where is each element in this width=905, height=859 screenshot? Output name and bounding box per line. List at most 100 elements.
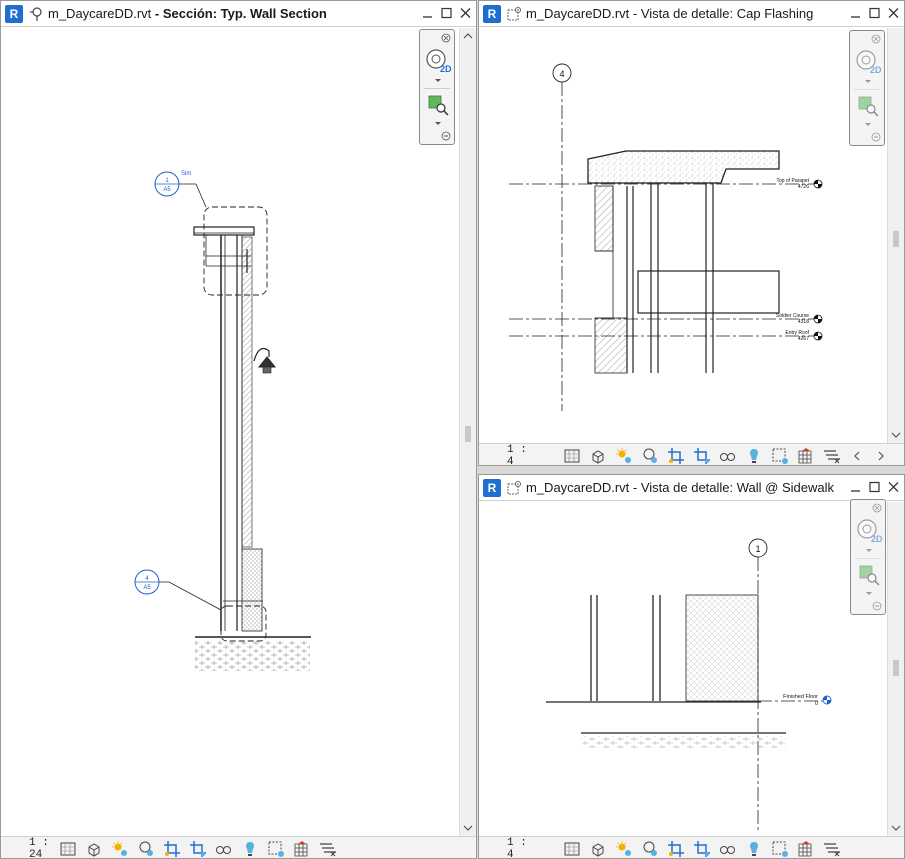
- scroll-left-icon[interactable]: [851, 449, 863, 463]
- zoom-region-icon[interactable]: [858, 564, 880, 586]
- scroll-down-icon[interactable]: [460, 822, 476, 834]
- temporary-hide-icon[interactable]: [719, 840, 737, 858]
- dropdown-arrow-icon[interactable]: [864, 79, 872, 85]
- revit-logo-icon[interactable]: R: [483, 478, 501, 497]
- crop-region-icon[interactable]: [693, 840, 711, 858]
- title-separator: -: [151, 6, 163, 21]
- minimize-icon[interactable]: [849, 480, 862, 494]
- zoom-region-icon[interactable]: [427, 94, 449, 116]
- highlight-displacement-icon[interactable]: [319, 840, 337, 858]
- view-scale[interactable]: 1 : 24: [1, 837, 51, 859]
- maximize-icon[interactable]: [440, 6, 453, 20]
- close-navbar-icon[interactable]: [871, 34, 881, 44]
- steering-wheel-icon[interactable]: 2D: [854, 47, 882, 75]
- drawing-canvas[interactable]: 4 Top of Parapet 4726 Soldier Course 431…: [479, 28, 887, 441]
- maximize-icon[interactable]: [868, 480, 881, 494]
- crop-view-icon[interactable]: [667, 447, 685, 465]
- sun-path-icon[interactable]: [615, 447, 633, 465]
- analytical-model-icon[interactable]: [797, 447, 815, 465]
- navigation-bar[interactable]: 2D: [850, 499, 886, 615]
- dropdown-arrow-icon[interactable]: [864, 122, 872, 128]
- close-icon[interactable]: [887, 6, 900, 20]
- close-icon[interactable]: [887, 480, 900, 494]
- horizontal-scroll-controls[interactable]: [851, 448, 887, 464]
- revit-logo-icon[interactable]: R: [5, 4, 23, 23]
- dropdown-arrow-icon[interactable]: [434, 121, 442, 127]
- reveal-hidden-icon[interactable]: [745, 447, 763, 465]
- detail-level-icon[interactable]: [563, 840, 581, 858]
- level-soldier-course[interactable]: Soldier Course 4318: [509, 313, 823, 325]
- steering-wheel-icon[interactable]: 2D: [855, 516, 883, 544]
- section-callout-2[interactable]: 4 A5: [134, 569, 160, 595]
- dropdown-arrow-icon[interactable]: [865, 548, 873, 554]
- cap-flashing-window[interactable]: R m_DaycareDD.rvt - Vista de detalle: Ca…: [478, 0, 905, 466]
- section-view-window[interactable]: R m_DaycareDD.rvt - Sección: Typ. Wall S…: [0, 0, 477, 859]
- navigation-bar[interactable]: 2D: [849, 30, 885, 146]
- level-finished-floor[interactable]: Finished Floor 0: [758, 694, 832, 707]
- maximize-icon[interactable]: [868, 6, 881, 20]
- scroll-thumb[interactable]: [893, 660, 899, 676]
- minimize-icon[interactable]: [421, 6, 434, 20]
- title-bar[interactable]: R m_DaycareDD.rvt - Vista de detalle: Wa…: [479, 475, 904, 501]
- drawing-canvas[interactable]: 1 Finished Floor 0: [479, 502, 887, 836]
- view-control-bar: 1 : 4: [479, 443, 904, 466]
- shadows-icon[interactable]: [641, 840, 659, 858]
- shadows-icon[interactable]: [137, 840, 155, 858]
- temporary-view-properties-icon[interactable]: [267, 840, 285, 858]
- title-bar[interactable]: R m_DaycareDD.rvt - Vista de detalle: Ca…: [479, 1, 904, 27]
- highlight-displacement-icon[interactable]: [823, 447, 841, 465]
- collapse-navbar-icon[interactable]: [872, 601, 882, 611]
- shadows-icon[interactable]: [641, 447, 659, 465]
- sun-path-icon[interactable]: [615, 840, 633, 858]
- title-bar[interactable]: R m_DaycareDD.rvt - Sección: Typ. Wall S…: [1, 1, 476, 27]
- detail-level-icon[interactable]: [563, 447, 581, 465]
- drawing-canvas[interactable]: 1 A5 Sim 4 A5: [1, 28, 456, 828]
- vertical-scrollbar[interactable]: [459, 28, 476, 836]
- sun-path-icon[interactable]: [111, 840, 129, 858]
- scroll-up-icon[interactable]: [460, 30, 476, 42]
- crop-region-icon[interactable]: [189, 840, 207, 858]
- temporary-view-properties-icon[interactable]: [771, 447, 789, 465]
- collapse-navbar-icon[interactable]: [871, 132, 881, 142]
- temporary-hide-icon[interactable]: [719, 447, 737, 465]
- minimize-icon[interactable]: [849, 6, 862, 20]
- wall-at-sidewalk-window[interactable]: R m_DaycareDD.rvt - Vista de detalle: Wa…: [478, 474, 905, 859]
- view-scale[interactable]: 1 : 4: [479, 444, 529, 466]
- visual-style-icon[interactable]: [589, 840, 607, 858]
- analytical-model-icon[interactable]: [797, 840, 815, 858]
- analytical-model-icon[interactable]: [293, 840, 311, 858]
- close-icon[interactable]: [459, 6, 472, 20]
- zoom-region-icon[interactable]: [857, 95, 879, 117]
- navigation-bar[interactable]: 2D: [419, 29, 455, 145]
- scroll-right-icon[interactable]: [875, 449, 887, 463]
- crop-view-icon[interactable]: [667, 840, 685, 858]
- section-callout-1[interactable]: 1 A5 Sim: [154, 171, 191, 197]
- visual-style-icon[interactable]: [589, 447, 607, 465]
- crop-view-icon[interactable]: [163, 840, 181, 858]
- scroll-down-icon[interactable]: [888, 429, 904, 441]
- steering-wheel-icon[interactable]: 2D: [424, 46, 452, 74]
- revit-logo-icon[interactable]: R: [483, 4, 501, 23]
- scroll-thumb[interactable]: [893, 231, 899, 247]
- level-elevation: 0: [815, 701, 818, 707]
- reveal-hidden-icon[interactable]: [745, 840, 763, 858]
- vertical-scrollbar[interactable]: [887, 502, 904, 836]
- dropdown-arrow-icon[interactable]: [865, 591, 873, 597]
- detail-level-icon[interactable]: [59, 840, 77, 858]
- close-navbar-icon[interactable]: [441, 33, 451, 43]
- temporary-hide-icon[interactable]: [215, 840, 233, 858]
- scroll-down-icon[interactable]: [888, 822, 904, 834]
- scroll-thumb[interactable]: [465, 426, 471, 442]
- reveal-hidden-icon[interactable]: [241, 840, 259, 858]
- vertical-scrollbar[interactable]: [887, 28, 904, 443]
- level-entry-roof[interactable]: Entry Roof 4267: [509, 330, 823, 342]
- temporary-view-properties-icon[interactable]: [771, 840, 789, 858]
- close-navbar-icon[interactable]: [872, 503, 882, 513]
- highlight-displacement-icon[interactable]: [823, 840, 841, 858]
- crop-region-icon[interactable]: [693, 447, 711, 465]
- file-name: m_DaycareDD.rvt: [48, 6, 152, 21]
- dropdown-arrow-icon[interactable]: [434, 78, 442, 84]
- view-scale[interactable]: 1 : 4: [479, 837, 529, 859]
- collapse-navbar-icon[interactable]: [441, 131, 451, 141]
- visual-style-icon[interactable]: [85, 840, 103, 858]
